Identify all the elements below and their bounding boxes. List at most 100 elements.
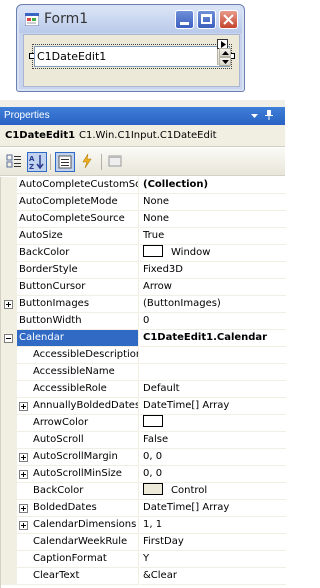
maximize-button[interactable] bbox=[197, 10, 216, 29]
property-name[interactable]: ButtonImages bbox=[17, 296, 139, 313]
property-row-gutter bbox=[1, 364, 17, 381]
property-name[interactable]: ArrowColor bbox=[17, 415, 139, 432]
property-row[interactable]: AccessibleDescription bbox=[1, 347, 286, 364]
property-name[interactable]: AutoScrollMinSize bbox=[17, 466, 139, 483]
expand-plus-icon[interactable] bbox=[4, 300, 13, 309]
property-value[interactable]: Control bbox=[140, 483, 286, 500]
property-name[interactable]: CalendarDimensions bbox=[17, 517, 139, 534]
property-value[interactable]: (Collection) bbox=[140, 177, 286, 194]
property-row[interactable]: AccessibleName bbox=[1, 364, 286, 381]
property-row[interactable]: AutoSize True bbox=[1, 228, 286, 245]
property-value-text: None bbox=[143, 213, 170, 224]
property-name[interactable]: AutoCompleteCustomSource bbox=[17, 177, 139, 194]
property-value[interactable]: &Clear bbox=[140, 568, 286, 585]
property-row[interactable]: ArrowColor bbox=[1, 415, 286, 432]
property-name[interactable]: BackColor bbox=[17, 245, 139, 262]
property-value[interactable]: Y bbox=[140, 551, 286, 568]
property-name[interactable]: AutoSize bbox=[17, 228, 139, 245]
close-button[interactable] bbox=[219, 10, 238, 29]
property-value[interactable]: DateTime[] Array bbox=[140, 500, 286, 517]
property-value[interactable]: 1, 1 bbox=[140, 517, 286, 534]
property-value[interactable] bbox=[140, 347, 286, 364]
property-name[interactable]: AccessibleName bbox=[17, 364, 139, 381]
property-row[interactable]: AutoScrollMinSize 0, 0 bbox=[1, 466, 286, 483]
property-name[interactable]: ButtonCursor bbox=[17, 279, 139, 296]
minimize-button[interactable] bbox=[175, 10, 194, 29]
property-value[interactable]: 0 bbox=[140, 313, 286, 330]
property-name[interactable]: AnnuallyBoldedDates bbox=[17, 398, 139, 415]
property-name[interactable]: AutoCompleteMode bbox=[17, 194, 139, 211]
property-row[interactable]: AutoCompleteCustomSource (Collection) bbox=[1, 177, 286, 194]
property-row[interactable]: CaptionFormat Y bbox=[1, 551, 286, 568]
property-value[interactable]: C1DateEdit1.Calendar bbox=[140, 330, 286, 347]
property-name[interactable]: AccessibleDescription bbox=[17, 347, 139, 364]
property-value[interactable]: FirstDay bbox=[140, 534, 286, 551]
close-icon bbox=[223, 14, 234, 25]
property-value-text: Control bbox=[171, 485, 208, 496]
properties-button[interactable] bbox=[55, 152, 75, 172]
property-value[interactable]: 0, 0 bbox=[140, 449, 286, 466]
property-value[interactable]: (ButtonImages) bbox=[140, 296, 286, 313]
property-name[interactable]: AutoCompleteSource bbox=[17, 211, 139, 228]
property-value[interactable]: Fixed3D bbox=[140, 262, 286, 279]
property-name[interactable]: AutoScrollMargin bbox=[17, 449, 139, 466]
form-icon bbox=[25, 13, 39, 26]
property-row[interactable]: AutoCompleteSource None bbox=[1, 211, 286, 228]
property-row[interactable]: CalendarDimensions 1, 1 bbox=[1, 517, 286, 534]
property-row[interactable]: ClearText &Clear bbox=[1, 568, 286, 585]
property-row[interactable]: CalendarWeekRule FirstDay bbox=[1, 534, 286, 551]
property-row[interactable]: ButtonCursor Arrow bbox=[1, 279, 286, 296]
form-window[interactable]: Form1 C1DateEdit1 bbox=[16, 4, 245, 92]
property-row[interactable]: BoldedDates DateTime[] Array bbox=[1, 500, 286, 517]
property-row[interactable]: ButtonImages (ButtonImages) bbox=[1, 296, 286, 313]
panel-splitter[interactable] bbox=[0, 100, 285, 107]
property-row[interactable]: ButtonWidth 0 bbox=[1, 313, 286, 330]
svg-text:Z: Z bbox=[29, 163, 34, 170]
alphabetical-button[interactable]: A Z bbox=[27, 152, 47, 172]
property-row[interactable]: BorderStyle Fixed3D bbox=[1, 262, 286, 279]
form-titlebar[interactable]: Form1 bbox=[19, 7, 242, 33]
property-value[interactable] bbox=[140, 364, 286, 381]
property-name[interactable]: Calendar bbox=[17, 330, 139, 347]
property-name[interactable]: BorderStyle bbox=[17, 262, 139, 279]
property-pages-button[interactable] bbox=[106, 152, 126, 172]
categorized-button[interactable] bbox=[5, 152, 25, 172]
date-edit-control[interactable]: C1DateEdit1 bbox=[34, 46, 230, 67]
property-value[interactable]: None bbox=[140, 211, 286, 228]
property-row[interactable]: BackColor Control bbox=[1, 483, 286, 500]
property-row[interactable]: AutoCompleteMode None bbox=[1, 194, 286, 211]
property-row[interactable]: AutoScrollMargin 0, 0 bbox=[1, 449, 286, 466]
property-value[interactable]: Default bbox=[140, 381, 286, 398]
object-selector[interactable]: C1DateEdit1 C1.Win.C1Input.C1DateEdit bbox=[0, 125, 285, 147]
property-row[interactable]: Calendar C1DateEdit1.Calendar bbox=[1, 330, 286, 347]
spin-down-button[interactable] bbox=[219, 57, 231, 66]
categorized-icon bbox=[6, 154, 21, 168]
property-name[interactable]: AutoScroll bbox=[17, 432, 139, 449]
property-row[interactable]: AccessibleRole Default bbox=[1, 381, 286, 398]
property-value[interactable]: Window bbox=[140, 245, 286, 262]
property-value[interactable]: DateTime[] Array bbox=[140, 398, 286, 415]
property-name[interactable]: AccessibleRole bbox=[17, 381, 139, 398]
pin-icon[interactable] bbox=[263, 109, 275, 121]
property-row[interactable]: AutoScroll False bbox=[1, 432, 286, 449]
property-value-text: FirstDay bbox=[143, 536, 184, 547]
property-value[interactable]: None bbox=[140, 194, 286, 211]
property-value-text: DateTime[] Array bbox=[143, 400, 230, 411]
property-value[interactable]: True bbox=[140, 228, 286, 245]
spin-up-button[interactable] bbox=[219, 48, 231, 57]
property-value[interactable] bbox=[140, 415, 286, 432]
property-row[interactable]: BackColor Window bbox=[1, 245, 286, 262]
property-name[interactable]: BackColor bbox=[17, 483, 139, 500]
window-position-icon[interactable] bbox=[250, 110, 259, 121]
collapse-minus-icon[interactable] bbox=[4, 334, 13, 343]
property-name[interactable]: ClearText bbox=[17, 568, 139, 585]
property-value[interactable]: False bbox=[140, 432, 286, 449]
property-name[interactable]: ButtonWidth bbox=[17, 313, 139, 330]
property-value[interactable]: Arrow bbox=[140, 279, 286, 296]
property-name[interactable]: CaptionFormat bbox=[17, 551, 139, 568]
property-name[interactable]: BoldedDates bbox=[17, 500, 139, 517]
property-value[interactable]: 0, 0 bbox=[140, 466, 286, 483]
events-button[interactable] bbox=[78, 152, 98, 172]
property-name[interactable]: CalendarWeekRule bbox=[17, 534, 139, 551]
property-row[interactable]: AnnuallyBoldedDates DateTime[] Array bbox=[1, 398, 286, 415]
